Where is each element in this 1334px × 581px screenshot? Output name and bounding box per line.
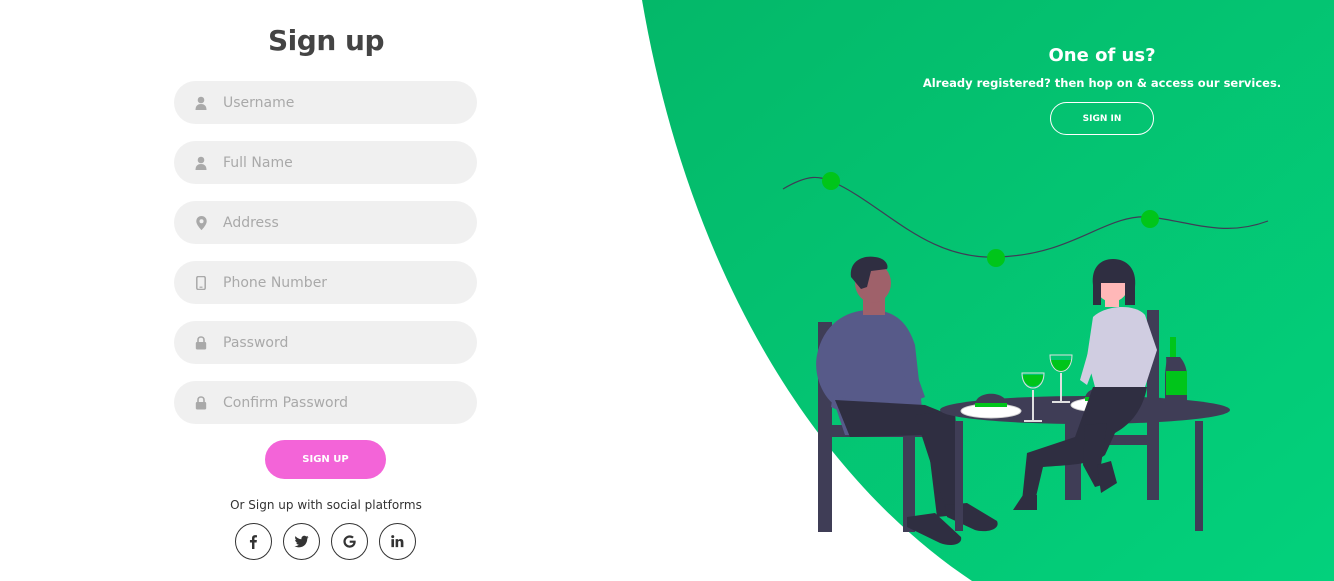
google-icon <box>343 535 356 548</box>
location-pin-icon <box>193 215 209 231</box>
address-input[interactable] <box>223 214 463 231</box>
user-icon <box>193 155 209 171</box>
facebook-button[interactable] <box>235 523 272 560</box>
lock-icon <box>193 335 209 351</box>
panel-title: One of us? <box>1048 45 1156 66</box>
phone-number-input[interactable] <box>223 274 463 291</box>
confirm-password-input[interactable] <box>223 394 463 411</box>
full-name-field[interactable] <box>174 141 477 184</box>
sign-up-button[interactable]: SIGN UP <box>265 440 386 479</box>
linkedin-icon <box>391 535 404 548</box>
user-icon <box>193 95 209 111</box>
address-field[interactable] <box>174 201 477 244</box>
confirm-password-field[interactable] <box>174 381 477 424</box>
username-input[interactable] <box>223 94 463 111</box>
panel-description: Already registered? then hop on & access… <box>922 76 1282 90</box>
linkedin-button[interactable] <box>379 523 416 560</box>
twitter-button[interactable] <box>283 523 320 560</box>
phone-number-field[interactable] <box>174 261 477 304</box>
facebook-icon <box>249 535 257 549</box>
mobile-phone-icon <box>193 275 209 291</box>
password-field[interactable] <box>174 321 477 364</box>
password-input[interactable] <box>223 334 463 351</box>
sign-in-button[interactable]: SIGN IN <box>1050 102 1154 135</box>
lock-icon <box>193 395 209 411</box>
username-field[interactable] <box>174 81 477 124</box>
social-signup-text: Or Sign up with social platforms <box>230 498 422 512</box>
signup-title: Sign up <box>268 24 384 57</box>
full-name-input[interactable] <box>223 154 463 171</box>
dinner-couple-illustration <box>782 172 1269 545</box>
google-button[interactable] <box>331 523 368 560</box>
twitter-icon <box>294 535 309 548</box>
